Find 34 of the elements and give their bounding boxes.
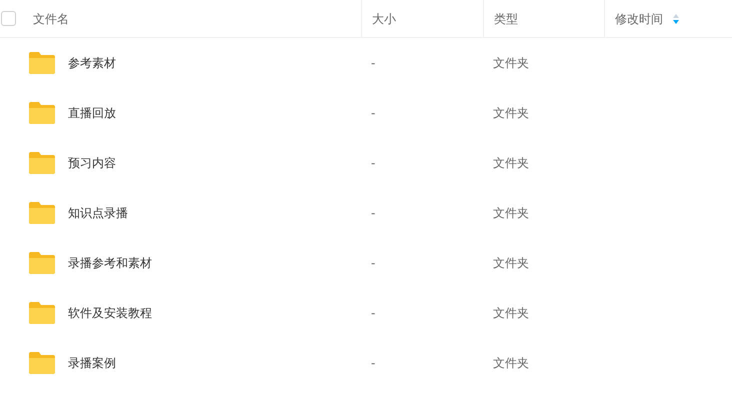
type-cell: 文件夹 (493, 56, 529, 70)
column-header[interactable]: 大小 (372, 10, 396, 28)
size-cell: - (371, 356, 376, 370)
column-header[interactable]: 修改时间 (615, 10, 663, 28)
folder-icon (29, 252, 55, 274)
size-cell: - (371, 56, 376, 70)
column-header[interactable]: 文件名 (33, 10, 69, 28)
type-cell: 文件夹 (493, 256, 529, 270)
folder-name[interactable]: 录播参考和素材 (68, 254, 152, 272)
type-cell: 文件夹 (493, 106, 529, 120)
folder-name[interactable]: 软件及安装教程 (68, 304, 152, 322)
folder-icon (29, 52, 55, 74)
folder-name[interactable]: 录播案例 (68, 354, 116, 372)
folder-icon (29, 152, 55, 174)
type-cell: 文件夹 (493, 156, 529, 170)
sort-icon[interactable] (673, 14, 679, 24)
folder-name[interactable]: 知识点录播 (68, 204, 128, 222)
folder-name[interactable]: 直播回放 (68, 104, 116, 122)
size-cell: - (371, 256, 376, 270)
type-cell: 文件夹 (493, 356, 529, 370)
size-cell: - (371, 306, 376, 320)
folder-icon (29, 352, 55, 374)
type-cell: 文件夹 (493, 306, 529, 320)
size-cell: - (371, 106, 376, 120)
type-cell: 文件夹 (493, 206, 529, 220)
size-cell: - (371, 206, 376, 220)
column-header[interactable]: 类型 (494, 10, 518, 28)
select-all-checkbox[interactable] (1, 11, 16, 26)
folder-name[interactable]: 参考素材 (68, 54, 116, 72)
folder-icon (29, 302, 55, 324)
folder-icon (29, 202, 55, 224)
folder-icon (29, 102, 55, 124)
size-cell: - (371, 156, 376, 170)
folder-name[interactable]: 预习内容 (68, 154, 116, 172)
